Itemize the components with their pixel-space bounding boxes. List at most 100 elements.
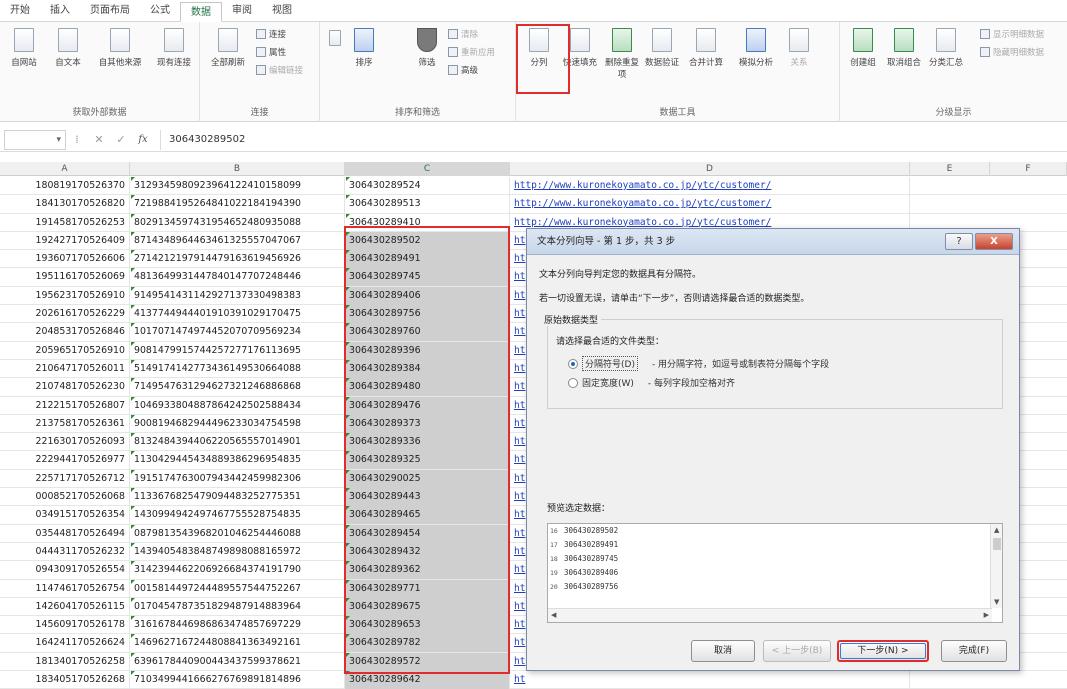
cell-a[interactable]: 000852170526068: [0, 488, 130, 507]
cell-b[interactable]: 2714212197914479163619456926: [130, 250, 345, 269]
cell-a[interactable]: 204853170526846: [0, 323, 130, 342]
preview-vertical-scrollbar[interactable]: ▲ ▼: [990, 524, 1002, 608]
cell-a[interactable]: 035448170526494: [0, 524, 130, 543]
insert-function-icon[interactable]: fx: [132, 134, 154, 145]
cell-b[interactable]: 1430994942497467755528754835: [130, 506, 345, 525]
cell-b[interactable]: 9149541431142927137330498383: [130, 286, 345, 305]
fixed-width-option[interactable]: 固定宽度(W) - 每列字段加空格对齐: [568, 376, 735, 389]
cell-a[interactable]: 202616170526229: [0, 305, 130, 324]
cell-a[interactable]: 192427170526409: [0, 231, 130, 250]
from-other-sources-button[interactable]: 自其他来源: [92, 28, 148, 68]
scroll-left-icon[interactable]: ◀: [551, 611, 556, 619]
cell-a[interactable]: 094309170526554: [0, 561, 130, 580]
cell-a[interactable]: 180819170526370: [0, 177, 130, 195]
relationships-button[interactable]: 关系: [784, 28, 814, 68]
cell-b[interactable]: 1017071474974452070709569234: [130, 323, 345, 342]
hide-detail-button[interactable]: 隐藏明细数据: [980, 46, 1044, 58]
cell-b[interactable]: 7103499441666276769891814896: [130, 671, 345, 689]
cell-a[interactable]: 181340170526258: [0, 652, 130, 671]
cell-b[interactable]: 9008194682944496233034754598: [130, 414, 345, 433]
subtotal-button[interactable]: 分类汇总: [926, 28, 966, 68]
cell-a[interactable]: 145609170526178: [0, 616, 130, 635]
help-button[interactable]: ?: [945, 233, 973, 250]
cell-b[interactable]: 3161678446986863474857697229: [130, 616, 345, 635]
cell-b[interactable]: 3142394462206926684374191790: [130, 561, 345, 580]
cell-b[interactable]: 1130429445434889386296954835: [130, 451, 345, 470]
tab-home[interactable]: 开始: [0, 1, 40, 21]
cell-b[interactable]: 1469627167244808841363492161: [130, 634, 345, 653]
cell-b[interactable]: 8029134597431954652480935088: [130, 213, 345, 232]
cell-b[interactable]: 1133676825479094483252775351: [130, 488, 345, 507]
show-detail-button[interactable]: 显示明细数据: [980, 28, 1044, 40]
formula-input[interactable]: 306430289502: [160, 129, 1060, 150]
cell-a[interactable]: 221630170526093: [0, 433, 130, 452]
cell-b[interactable]: 0170454787351829487914883964: [130, 597, 345, 616]
cancel-icon[interactable]: ✕: [88, 133, 110, 146]
cell-b[interactable]: 4813649931447840147707248446: [130, 268, 345, 287]
tab-insert[interactable]: 插入: [40, 1, 80, 21]
delimited-option[interactable]: 分隔符号(D) - 用分隔字符，如逗号或制表符分隔每个字段: [568, 356, 829, 371]
from-text-button[interactable]: 自文本: [48, 28, 88, 68]
cell-a[interactable]: 193607170526606: [0, 250, 130, 269]
cell-c[interactable]: 306430289524: [345, 177, 510, 195]
cell-a[interactable]: 212215170526807: [0, 396, 130, 415]
cell-b[interactable]: 7149547631294627321246886868: [130, 378, 345, 397]
tab-data[interactable]: 数据: [180, 2, 222, 22]
name-box[interactable]: ▾: [4, 129, 66, 150]
group-button[interactable]: 创建组: [846, 28, 880, 68]
cell-b[interactable]: 4137744944401910391029170475: [130, 305, 345, 324]
cell-b[interactable]: 8132484394406220565557014901: [130, 433, 345, 452]
edit-links-button[interactable]: 编辑链接: [256, 64, 303, 76]
next-button[interactable]: 下一步(N) >: [837, 640, 929, 662]
cell-a[interactable]: 191458170526253: [0, 213, 130, 232]
remove-duplicates-button[interactable]: 删除重复项: [602, 28, 642, 80]
cell-a[interactable]: 164241170526624: [0, 634, 130, 653]
what-if-analysis-button[interactable]: 模拟分析: [732, 28, 780, 68]
column-header-e[interactable]: E: [910, 162, 990, 176]
cell-b[interactable]: 1915174763007943442459982306: [130, 469, 345, 488]
filter-button[interactable]: 筛选: [412, 28, 442, 68]
cell-a[interactable]: 195116170526069: [0, 268, 130, 287]
close-button[interactable]: X: [975, 233, 1013, 250]
cell-b[interactable]: 9081479915744257277176113695: [130, 341, 345, 360]
cell-c[interactable]: 306430289513: [345, 195, 510, 214]
cell-b[interactable]: 0015814497244489557544752267: [130, 579, 345, 598]
cell-a[interactable]: 222944170526977: [0, 451, 130, 470]
back-button[interactable]: < 上一步(B): [763, 640, 831, 662]
column-header-f[interactable]: F: [990, 162, 1067, 176]
sort-button[interactable]: 排序: [350, 28, 378, 68]
properties-button[interactable]: 属性: [256, 46, 286, 58]
cell-b[interactable]: 8714348964463461325557047067: [130, 231, 345, 250]
cell-a[interactable]: 184130170526820: [0, 195, 130, 214]
preview-horizontal-scrollbar[interactable]: ◀ ▶: [548, 608, 992, 622]
cell-d-link[interactable]: http://www.kuronekoyamato.co.jp/ytc/cust…: [510, 177, 910, 195]
scroll-right-icon[interactable]: ▶: [984, 611, 989, 619]
scroll-up-icon[interactable]: ▲: [994, 526, 999, 534]
cell-d-link[interactable]: ht: [510, 671, 910, 689]
cell-b[interactable]: 3129345980923964122410158099: [130, 177, 345, 195]
cell-b[interactable]: 5149174142773436149530664088: [130, 359, 345, 378]
cell-a[interactable]: 213758170526361: [0, 414, 130, 433]
tab-review[interactable]: 审阅: [222, 1, 262, 21]
cell-b[interactable]: 7219884195264841022184194390: [130, 195, 345, 214]
data-validation-button[interactable]: 数据验证: [644, 28, 680, 68]
cell-b[interactable]: 1046933804887864242502588434: [130, 396, 345, 415]
column-header-b[interactable]: B: [130, 162, 345, 176]
scroll-thumb[interactable]: [993, 538, 1001, 550]
sort-ascending-button[interactable]: [328, 30, 342, 50]
ungroup-button[interactable]: 取消组合: [884, 28, 924, 68]
cell-d-link[interactable]: http://www.kuronekoyamato.co.jp/ytc/cust…: [510, 195, 910, 214]
tab-page-layout[interactable]: 页面布局: [80, 1, 140, 21]
reapply-button[interactable]: 重新应用: [448, 46, 495, 58]
cell-a[interactable]: 205965170526910: [0, 341, 130, 360]
existing-connections-button[interactable]: 现有连接: [150, 28, 198, 68]
cell-a[interactable]: 195623170526910: [0, 286, 130, 305]
cell-a[interactable]: 225717170526712: [0, 469, 130, 488]
cell-a[interactable]: 114746170526754: [0, 579, 130, 598]
cell-a[interactable]: 142604170526115: [0, 597, 130, 616]
cell-b[interactable]: 1439405483848749898088165972: [130, 542, 345, 561]
column-header-d[interactable]: D: [510, 162, 910, 176]
cell-a[interactable]: 183405170526268: [0, 671, 130, 689]
cell-b[interactable]: 0879813543968201046254446088: [130, 524, 345, 543]
tab-formulas[interactable]: 公式: [140, 1, 180, 21]
